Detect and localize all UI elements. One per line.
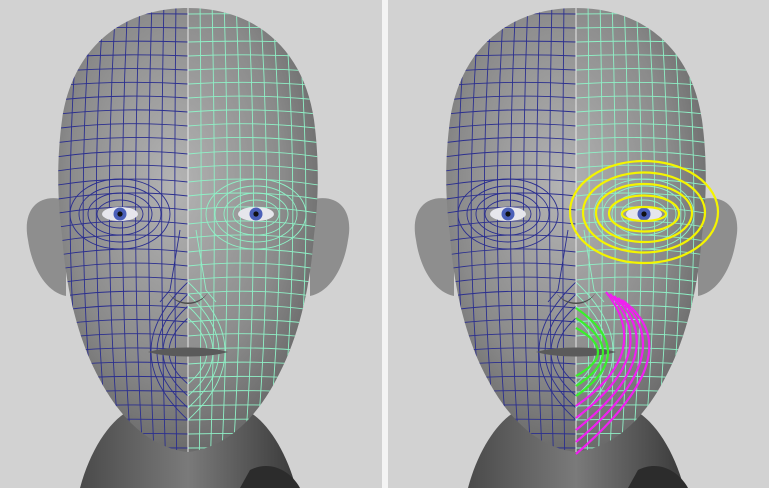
head-render-left bbox=[26, 8, 350, 488]
eye-right bbox=[238, 207, 274, 221]
eye-left bbox=[102, 207, 138, 221]
viewport-right[interactable] bbox=[388, 0, 769, 488]
comparison-stage bbox=[0, 0, 769, 488]
head-render-right bbox=[414, 8, 738, 488]
viewport-left[interactable] bbox=[0, 0, 382, 488]
eye-left bbox=[490, 207, 526, 221]
